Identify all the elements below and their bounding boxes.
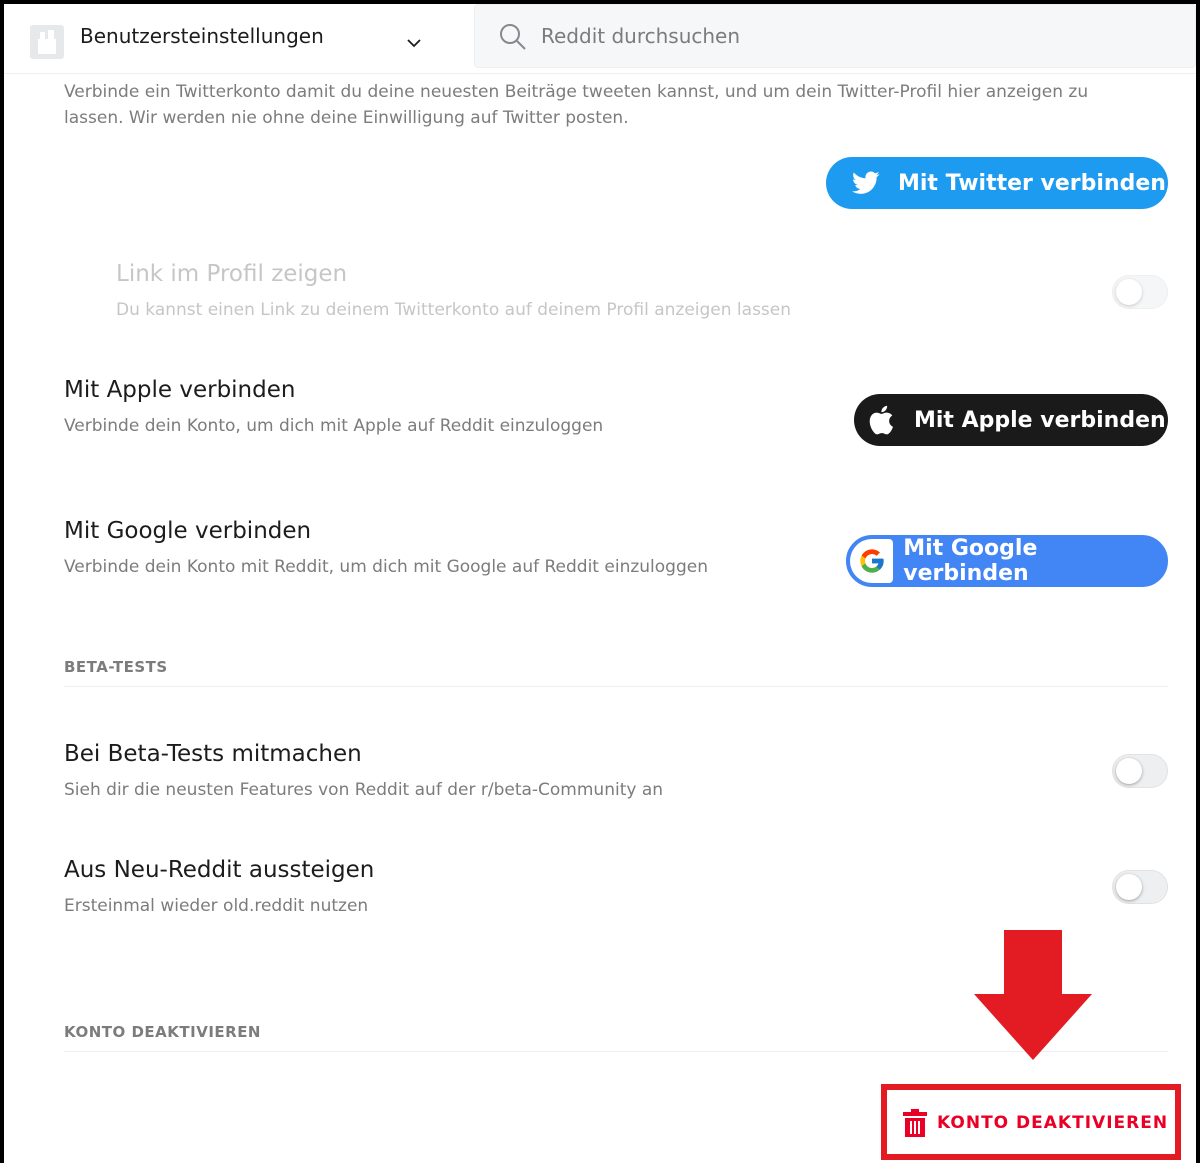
beta-section-label: BETA-TESTS <box>64 658 168 676</box>
screenshot-frame: Benutzersteinstellungen Verbinde ein Twi… <box>0 0 1200 1163</box>
beta-join-toggle[interactable] <box>1112 754 1168 788</box>
apple-logo-icon <box>868 405 894 435</box>
toggle-knob <box>1116 874 1142 900</box>
apple-subtitle: Verbinde dein Konto, um dich mit Apple a… <box>64 416 604 436</box>
link-profile-toggle[interactable] <box>1112 275 1168 309</box>
link-profile-subtitle: Du kannst einen Link zu deinem Twitterko… <box>116 300 792 320</box>
twitter-description: Verbinde ein Twitterkonto damit du deine… <box>64 82 1089 128</box>
toggle-knob <box>1116 279 1142 305</box>
beta-divider <box>64 686 1168 687</box>
connect-google-button[interactable]: Mit Google verbinden <box>846 535 1168 587</box>
google-logo-icon <box>850 539 894 583</box>
connect-apple-label: Mit Apple verbinden <box>914 407 1166 433</box>
settings-dropdown[interactable]: Benutzersteinstellungen <box>4 4 474 74</box>
chevron-down-icon <box>407 39 421 48</box>
connect-twitter-label: Mit Twitter verbinden <box>898 170 1166 196</box>
page-title: Benutzersteinstellungen <box>80 24 324 48</box>
beta-join-title: Bei Beta-Tests mitmachen <box>64 741 362 767</box>
user-avatar-icon <box>30 25 64 59</box>
opt-out-title: Aus Neu-Reddit aussteigen <box>64 857 375 883</box>
apple-title: Mit Apple verbinden <box>64 377 296 403</box>
search-input[interactable] <box>541 21 1141 51</box>
connect-google-label: Mit Google verbinden <box>903 536 1038 586</box>
beta-join-subtitle: Sieh dir die neusten Features von Reddit… <box>64 780 664 800</box>
search-icon <box>500 24 526 50</box>
top-bar: Benutzersteinstellungen <box>4 4 1196 74</box>
deactivate-account-button[interactable]: KONTO DEAKTIVIEREN <box>903 1106 1168 1140</box>
opt-out-subtitle: Ersteinmal wieder old.reddit nutzen <box>64 896 369 916</box>
twitter-bird-icon <box>852 171 880 195</box>
connect-twitter-button[interactable]: Mit Twitter verbinden <box>826 157 1168 209</box>
deactivate-account-label: KONTO DEAKTIVIEREN <box>937 1113 1169 1133</box>
settings-page: Benutzersteinstellungen Verbinde ein Twi… <box>4 4 1196 1163</box>
deactivate-section-label: KONTO DEAKTIVIEREN <box>64 1023 261 1041</box>
link-profile-title: Link im Profil zeigen <box>116 261 348 287</box>
red-arrow-down-icon <box>974 930 1092 1060</box>
google-title: Mit Google verbinden <box>64 518 312 544</box>
opt-out-toggle[interactable] <box>1112 870 1168 904</box>
connect-apple-button[interactable]: Mit Apple verbinden <box>854 394 1168 446</box>
deactivate-highlight-box: KONTO DEAKTIVIEREN <box>881 1084 1181 1160</box>
trash-icon <box>903 1109 927 1137</box>
google-subtitle: Verbinde dein Konto mit Reddit, um dich … <box>64 557 708 577</box>
search-bar[interactable] <box>474 4 1196 68</box>
toggle-knob <box>1116 758 1142 784</box>
